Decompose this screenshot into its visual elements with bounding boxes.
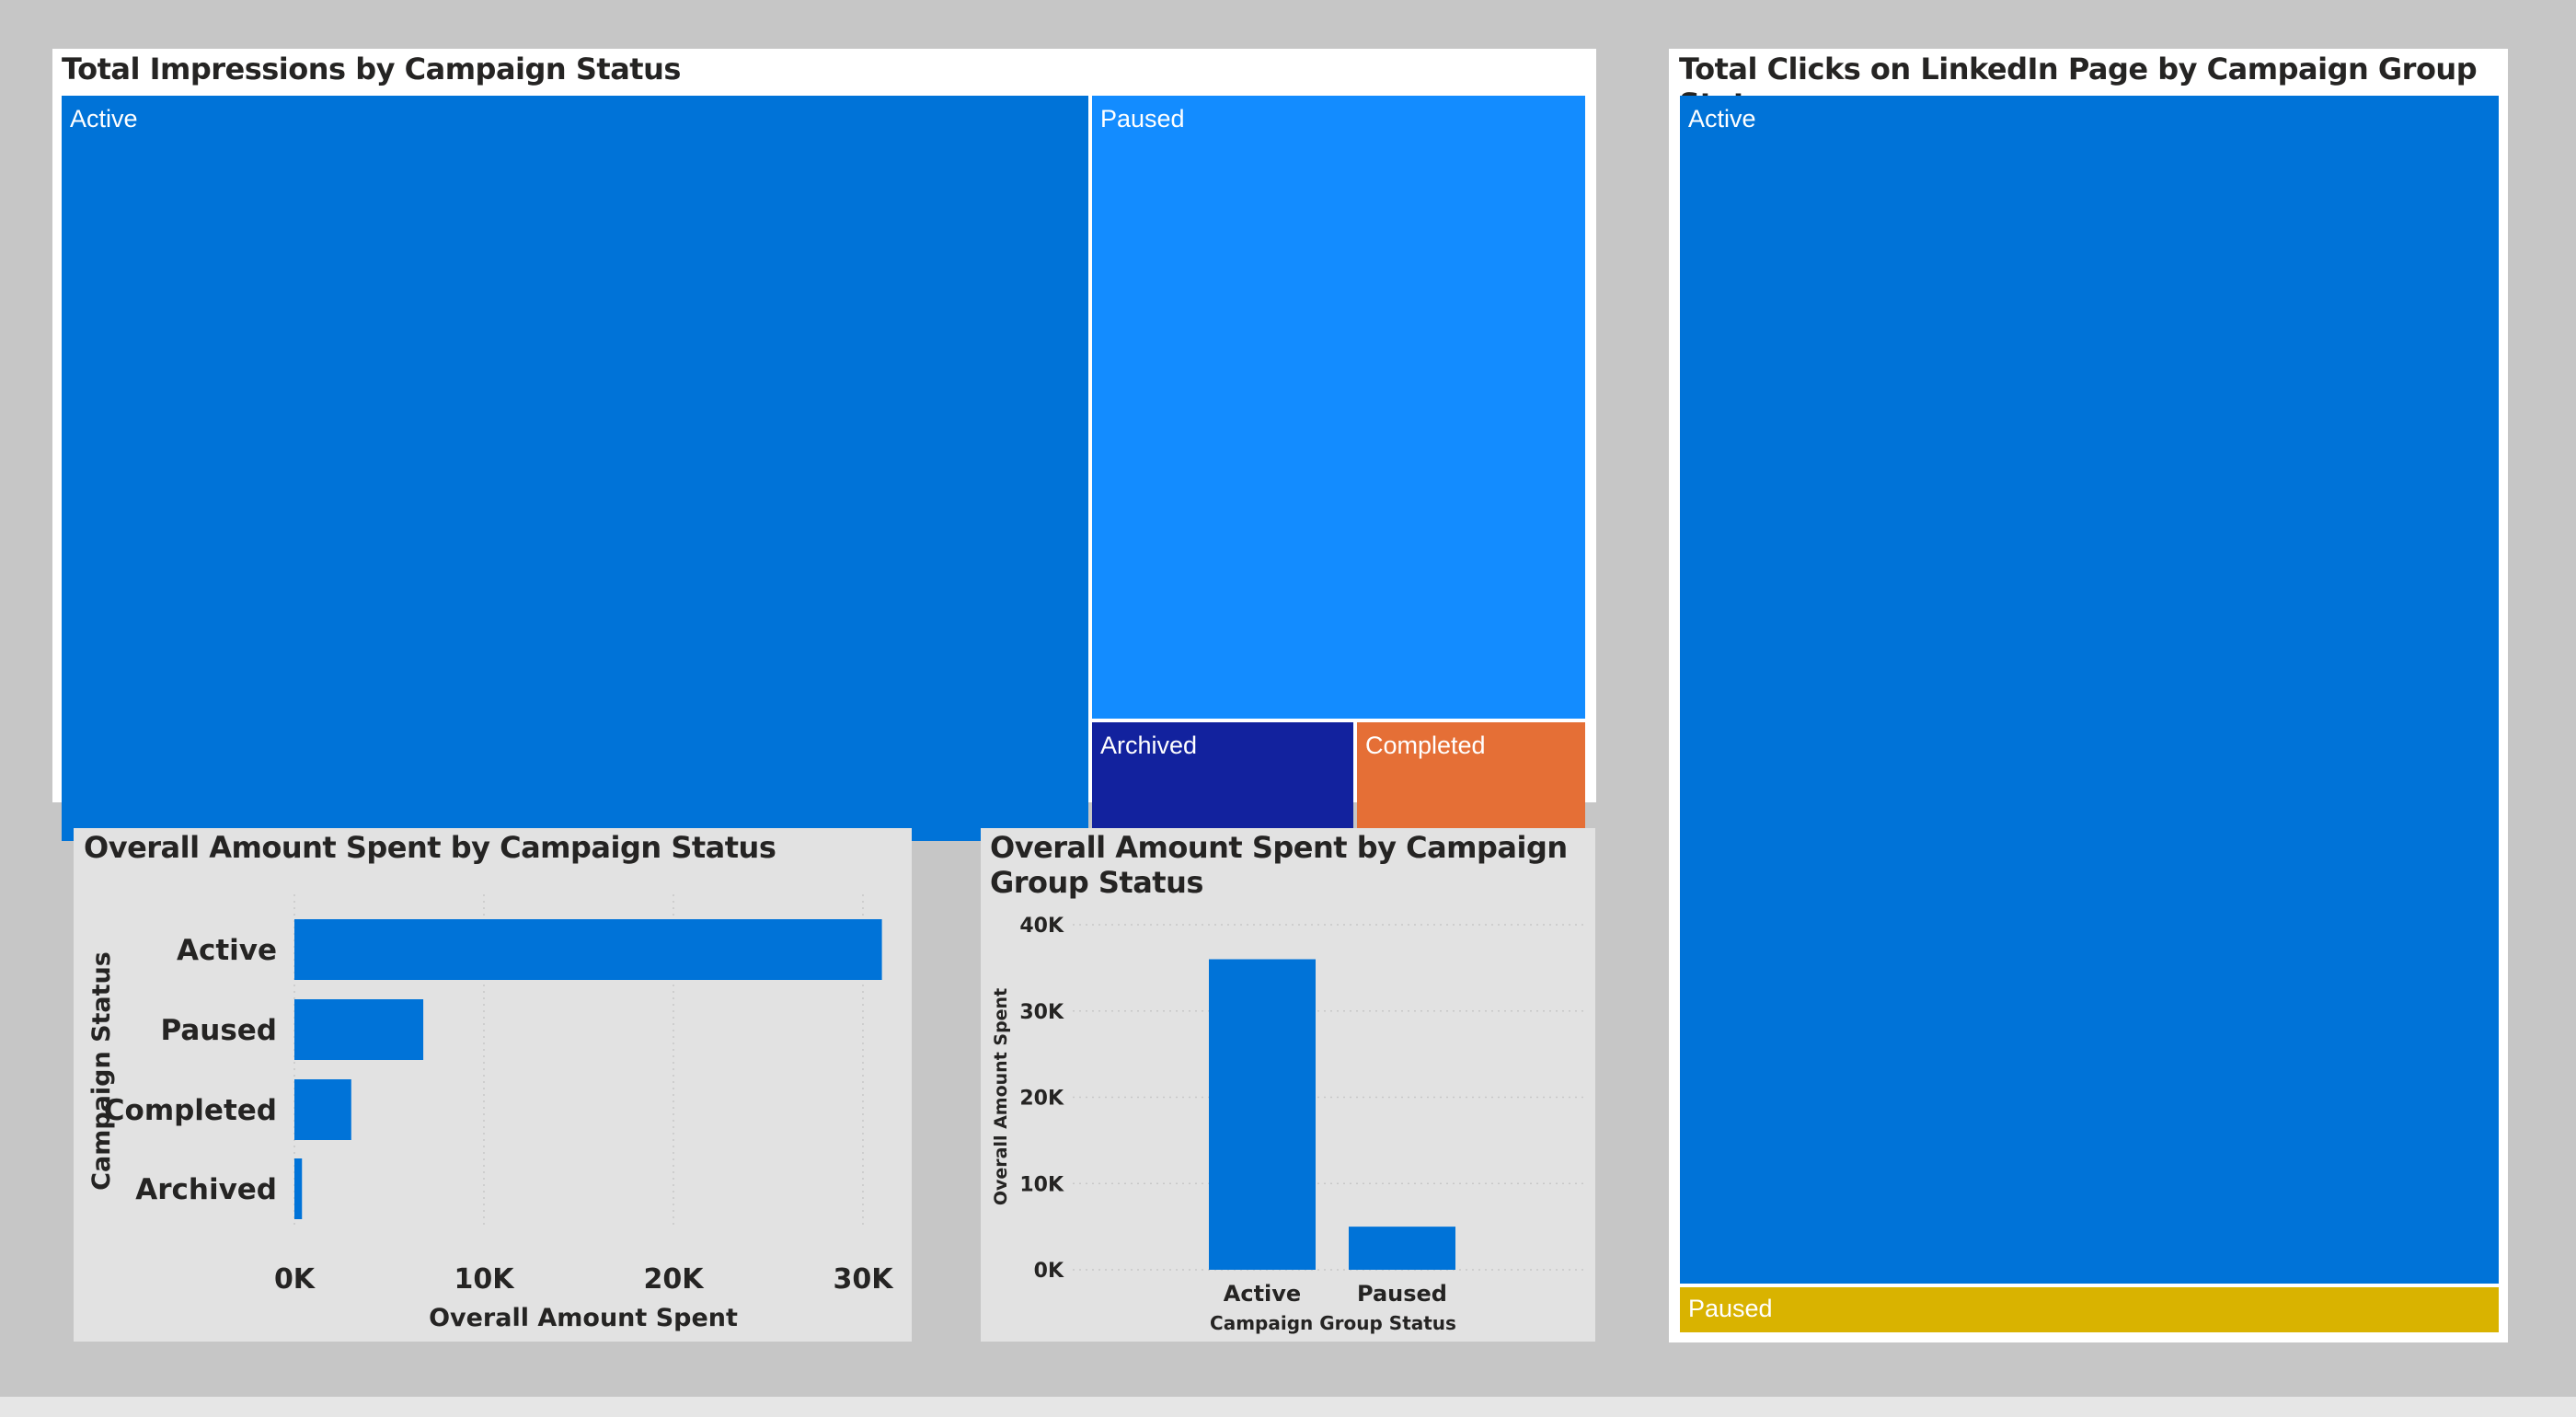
treemap-tile-archived[interactable]: Archived <box>1092 722 1353 841</box>
bar-active[interactable] <box>294 919 882 980</box>
treemap-tile-paused[interactable]: Paused <box>1092 96 1585 719</box>
hbar-xtick-label: 20K <box>644 1263 706 1296</box>
vbar-ytick-label: 30K <box>1019 1001 1064 1024</box>
hbar-xtick-label: 0K <box>274 1263 316 1296</box>
clicks-treemap-panel: Total Clicks on LinkedIn Page by Campaig… <box>1669 49 2508 1342</box>
treemap-tile-active-label: Active <box>70 105 138 132</box>
hbar-xtick-label: 10K <box>454 1263 516 1296</box>
treemap-tile-completed[interactable]: Completed <box>1357 722 1585 841</box>
hbar-xtick-label: 30K <box>834 1263 895 1296</box>
vbar-ytick-label: 40K <box>1019 915 1064 938</box>
hbar-category-label: Completed <box>104 1094 277 1127</box>
clicks-tile-active-label: Active <box>1688 105 1756 132</box>
treemap-tile-archived-label: Archived <box>1100 732 1198 759</box>
vbar-yaxis-title: Overall Amount Spent <box>991 988 1011 1205</box>
spent-by-status-panel: Overall Amount Spent by Campaign Status … <box>74 828 912 1342</box>
bar-completed[interactable] <box>294 1079 351 1140</box>
vbar-ytick-label: 10K <box>1019 1173 1064 1196</box>
vbar-ytick-label: 20K <box>1019 1088 1064 1111</box>
treemap-tile-paused-label: Paused <box>1100 105 1185 132</box>
hbar-category-label: Archived <box>135 1173 277 1206</box>
clicks-tile-paused-label: Paused <box>1688 1295 1773 1322</box>
hbar-xaxis-title: Overall Amount Spent <box>429 1304 738 1332</box>
hbar-category-label: Paused <box>160 1014 277 1047</box>
vbar-xaxis-title: Campaign Group Status <box>1210 1312 1456 1334</box>
clicks-tile-paused[interactable]: Paused <box>1680 1287 2499 1332</box>
treemap-tile-active[interactable]: Active <box>62 96 1088 841</box>
hbar-chart: 0K 10K 20K 30K Active Paused Completed Archived… <box>87 894 895 1332</box>
bar-archived[interactable] <box>294 1158 303 1219</box>
bar-paused[interactable] <box>1349 1227 1455 1270</box>
bar-paused[interactable] <box>294 999 424 1060</box>
vbar-chart: 0K 10K 20K 30K 40K Active Paused Campaign Group… <box>991 915 1583 1334</box>
vbar-ytick-label: 0K <box>1034 1260 1064 1283</box>
vbar-category-label: Paused <box>1357 1281 1447 1307</box>
hbar-yaxis-title: Campaign Status <box>87 951 116 1191</box>
bar-active[interactable] <box>1209 959 1316 1271</box>
bottom-strip <box>0 1397 2576 1417</box>
impressions-treemap-panel: Total Impressions by Campaign Status Act… <box>52 49 1596 841</box>
treemap-tile-completed-label: Completed <box>1365 732 1486 759</box>
clicks-tile-active[interactable]: Active <box>1680 96 2499 1284</box>
hbar-category-label: Active <box>177 934 277 967</box>
vbar-category-label: Active <box>1224 1281 1301 1307</box>
spent-by-group-status-panel: Overall Amount Spent by Campaign Group S… <box>981 828 1595 1342</box>
impressions-treemap-title: Total Impressions by Campaign Status <box>62 52 681 86</box>
